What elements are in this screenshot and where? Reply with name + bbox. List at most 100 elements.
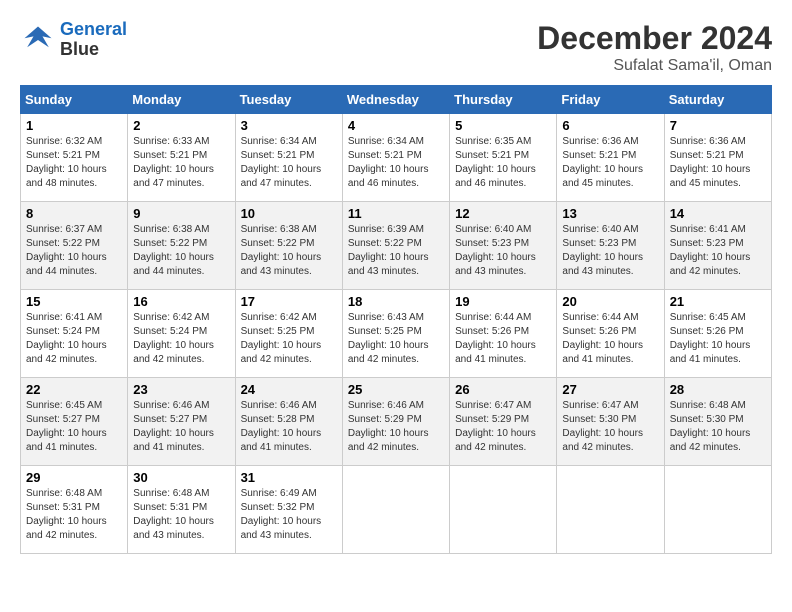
day-number: 13 <box>562 206 658 221</box>
day-info: Sunrise: 6:46 AM Sunset: 5:28 PM Dayligh… <box>241 399 337 455</box>
calendar-cell: 21 Sunrise: 6:45 AM Sunset: 5:26 PM Dayli… <box>664 290 771 378</box>
day-number: 12 <box>455 206 551 221</box>
day-info: Sunrise: 6:40 AM Sunset: 5:23 PM Dayligh… <box>562 223 658 279</box>
weekday-header-wednesday: Wednesday <box>342 86 449 114</box>
logo-text: GeneralBlue <box>60 20 127 60</box>
day-info: Sunrise: 6:40 AM Sunset: 5:23 PM Dayligh… <box>455 223 551 279</box>
calendar-cell: 25 Sunrise: 6:46 AM Sunset: 5:29 PM Dayli… <box>342 378 449 466</box>
day-number: 16 <box>133 294 229 309</box>
calendar-cell: 7 Sunrise: 6:36 AM Sunset: 5:21 PM Daylig… <box>664 114 771 202</box>
day-info: Sunrise: 6:34 AM Sunset: 5:21 PM Dayligh… <box>241 135 337 191</box>
day-number: 18 <box>348 294 444 309</box>
day-info: Sunrise: 6:44 AM Sunset: 5:26 PM Dayligh… <box>455 311 551 367</box>
day-info: Sunrise: 6:42 AM Sunset: 5:24 PM Dayligh… <box>133 311 229 367</box>
calendar-cell <box>342 466 449 554</box>
calendar-cell: 9 Sunrise: 6:38 AM Sunset: 5:22 PM Daylig… <box>128 202 235 290</box>
title-area: December 2024 Sufalat Sama'il, Oman <box>537 20 772 75</box>
logo: GeneralBlue <box>20 20 127 60</box>
page-header: GeneralBlue December 2024 Sufalat Sama'i… <box>20 20 772 75</box>
day-number: 17 <box>241 294 337 309</box>
day-info: Sunrise: 6:47 AM Sunset: 5:30 PM Dayligh… <box>562 399 658 455</box>
day-info: Sunrise: 6:47 AM Sunset: 5:29 PM Dayligh… <box>455 399 551 455</box>
calendar-cell: 12 Sunrise: 6:40 AM Sunset: 5:23 PM Dayli… <box>450 202 557 290</box>
day-info: Sunrise: 6:48 AM Sunset: 5:31 PM Dayligh… <box>26 487 122 543</box>
day-number: 28 <box>670 382 766 397</box>
day-number: 21 <box>670 294 766 309</box>
day-number: 23 <box>133 382 229 397</box>
day-info: Sunrise: 6:41 AM Sunset: 5:23 PM Dayligh… <box>670 223 766 279</box>
calendar-cell <box>450 466 557 554</box>
calendar-cell: 16 Sunrise: 6:42 AM Sunset: 5:24 PM Dayli… <box>128 290 235 378</box>
day-number: 31 <box>241 470 337 485</box>
day-info: Sunrise: 6:35 AM Sunset: 5:21 PM Dayligh… <box>455 135 551 191</box>
calendar-cell: 8Sunrise: 6:37 AM Sunset: 5:22 PM Daylig… <box>21 202 128 290</box>
calendar-cell: 31Sunrise: 6:49 AM Sunset: 5:32 PM Dayli… <box>235 466 342 554</box>
day-info: Sunrise: 6:32 AM Sunset: 5:21 PM Dayligh… <box>26 135 122 191</box>
logo-icon <box>20 22 56 58</box>
calendar-cell: 4Sunrise: 6:34 AM Sunset: 5:21 PM Daylig… <box>342 114 449 202</box>
calendar-cell: 27 Sunrise: 6:47 AM Sunset: 5:30 PM Dayli… <box>557 378 664 466</box>
day-number: 30 <box>133 470 229 485</box>
calendar-cell: 24Sunrise: 6:46 AM Sunset: 5:28 PM Dayli… <box>235 378 342 466</box>
weekday-header-thursday: Thursday <box>450 86 557 114</box>
day-number: 8 <box>26 206 122 221</box>
day-number: 27 <box>562 382 658 397</box>
day-info: Sunrise: 6:46 AM Sunset: 5:27 PM Dayligh… <box>133 399 229 455</box>
calendar-cell: 29 Sunrise: 6:48 AM Sunset: 5:31 PM Dayli… <box>21 466 128 554</box>
day-number: 1 <box>26 118 122 133</box>
week-row-3: 15 Sunrise: 6:41 AM Sunset: 5:24 PM Dayli… <box>21 290 772 378</box>
calendar-cell: 10 Sunrise: 6:38 AM Sunset: 5:22 PM Dayli… <box>235 202 342 290</box>
calendar-cell: 11 Sunrise: 6:39 AM Sunset: 5:22 PM Dayli… <box>342 202 449 290</box>
calendar-cell: 26 Sunrise: 6:47 AM Sunset: 5:29 PM Dayli… <box>450 378 557 466</box>
day-info: Sunrise: 6:43 AM Sunset: 5:25 PM Dayligh… <box>348 311 444 367</box>
calendar-cell: 19 Sunrise: 6:44 AM Sunset: 5:26 PM Dayli… <box>450 290 557 378</box>
day-number: 29 <box>26 470 122 485</box>
week-row-4: 22 Sunrise: 6:45 AM Sunset: 5:27 PM Dayli… <box>21 378 772 466</box>
day-info: Sunrise: 6:36 AM Sunset: 5:21 PM Dayligh… <box>562 135 658 191</box>
day-number: 5 <box>455 118 551 133</box>
day-number: 20 <box>562 294 658 309</box>
day-number: 22 <box>26 382 122 397</box>
day-number: 25 <box>348 382 444 397</box>
day-number: 4 <box>348 118 444 133</box>
day-number: 15 <box>26 294 122 309</box>
calendar-cell: 2Sunrise: 6:33 AM Sunset: 5:21 PM Daylig… <box>128 114 235 202</box>
day-info: Sunrise: 6:36 AM Sunset: 5:21 PM Dayligh… <box>670 135 766 191</box>
day-number: 10 <box>241 206 337 221</box>
day-info: Sunrise: 6:44 AM Sunset: 5:26 PM Dayligh… <box>562 311 658 367</box>
calendar-cell: 30 Sunrise: 6:48 AM Sunset: 5:31 PM Dayli… <box>128 466 235 554</box>
day-info: Sunrise: 6:38 AM Sunset: 5:22 PM Dayligh… <box>133 223 229 279</box>
day-info: Sunrise: 6:48 AM Sunset: 5:30 PM Dayligh… <box>670 399 766 455</box>
calendar-cell <box>664 466 771 554</box>
day-info: Sunrise: 6:33 AM Sunset: 5:21 PM Dayligh… <box>133 135 229 191</box>
day-info: Sunrise: 6:45 AM Sunset: 5:26 PM Dayligh… <box>670 311 766 367</box>
calendar-cell: 20 Sunrise: 6:44 AM Sunset: 5:26 PM Dayli… <box>557 290 664 378</box>
week-row-5: 29 Sunrise: 6:48 AM Sunset: 5:31 PM Dayli… <box>21 466 772 554</box>
day-info: Sunrise: 6:38 AM Sunset: 5:22 PM Dayligh… <box>241 223 337 279</box>
calendar-table: SundayMondayTuesdayWednesdayThursdayFrid… <box>20 85 772 554</box>
day-info: Sunrise: 6:46 AM Sunset: 5:29 PM Dayligh… <box>348 399 444 455</box>
calendar-cell: 23 Sunrise: 6:46 AM Sunset: 5:27 PM Dayli… <box>128 378 235 466</box>
day-info: Sunrise: 6:48 AM Sunset: 5:31 PM Dayligh… <box>133 487 229 543</box>
day-info: Sunrise: 6:45 AM Sunset: 5:27 PM Dayligh… <box>26 399 122 455</box>
week-row-1: 1 Sunrise: 6:32 AM Sunset: 5:21 PM Daylig… <box>21 114 772 202</box>
weekday-header-row: SundayMondayTuesdayWednesdayThursdayFrid… <box>21 86 772 114</box>
day-info: Sunrise: 6:42 AM Sunset: 5:25 PM Dayligh… <box>241 311 337 367</box>
day-info: Sunrise: 6:39 AM Sunset: 5:22 PM Dayligh… <box>348 223 444 279</box>
calendar-cell: 18 Sunrise: 6:43 AM Sunset: 5:25 PM Dayli… <box>342 290 449 378</box>
calendar-cell: 1 Sunrise: 6:32 AM Sunset: 5:21 PM Daylig… <box>21 114 128 202</box>
day-number: 6 <box>562 118 658 133</box>
weekday-header-monday: Monday <box>128 86 235 114</box>
calendar-cell: 28 Sunrise: 6:48 AM Sunset: 5:30 PM Dayli… <box>664 378 771 466</box>
day-number: 9 <box>133 206 229 221</box>
week-row-2: 8Sunrise: 6:37 AM Sunset: 5:22 PM Daylig… <box>21 202 772 290</box>
day-number: 11 <box>348 206 444 221</box>
calendar-cell: 5 Sunrise: 6:35 AM Sunset: 5:21 PM Daylig… <box>450 114 557 202</box>
location-title: Sufalat Sama'il, Oman <box>537 57 772 75</box>
calendar-cell: 17 Sunrise: 6:42 AM Sunset: 5:25 PM Dayli… <box>235 290 342 378</box>
day-number: 19 <box>455 294 551 309</box>
day-info: Sunrise: 6:41 AM Sunset: 5:24 PM Dayligh… <box>26 311 122 367</box>
day-number: 26 <box>455 382 551 397</box>
day-number: 3 <box>241 118 337 133</box>
day-number: 7 <box>670 118 766 133</box>
